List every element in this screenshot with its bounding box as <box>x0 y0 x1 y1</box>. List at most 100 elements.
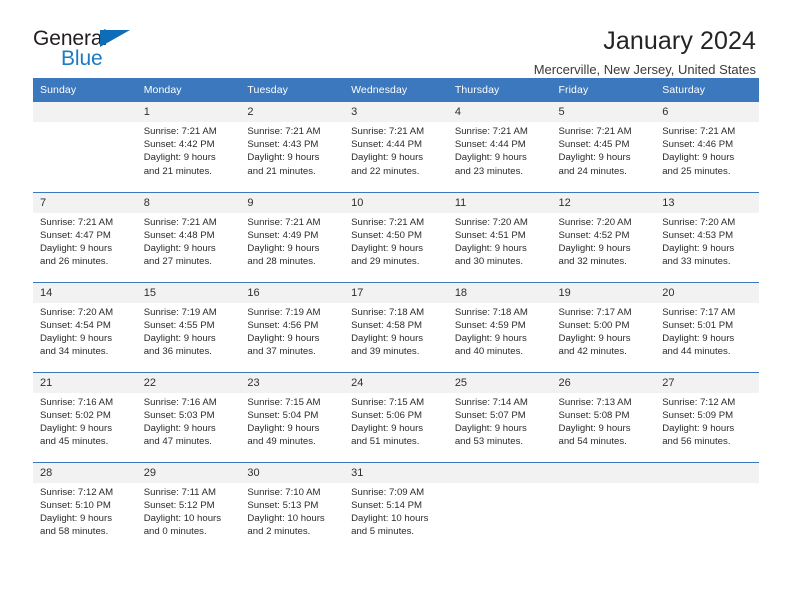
weekday-header-sunday: Sunday <box>33 78 137 102</box>
day-sun-details: Sunrise: 7:21 AM Sunset: 4:45 PM Dayligh… <box>558 126 632 177</box>
calendar-day-cell[interactable]: 9 Sunrise: 7:21 AM Sunset: 4:49 PM Daylig… <box>240 191 345 282</box>
calendar-day-cell[interactable]: 22 Sunrise: 7:16 AM Sunset: 5:03 PM Dayli… <box>136 371 241 462</box>
day-sun-details: Sunrise: 7:11 AM Sunset: 5:12 PM Dayligh… <box>143 486 222 538</box>
day-number: 7 <box>33 192 137 213</box>
day-sun-details: Sunrise: 7:21 AM Sunset: 4:50 PM Dayligh… <box>351 216 425 268</box>
day-cell-inner: 9 Sunrise: 7:21 AM Sunset: 4:49 PM Daylig… <box>240 192 345 282</box>
calendar-day-cell[interactable]: 5 Sunrise: 7:21 AM Sunset: 4:45 PM Daylig… <box>551 102 656 192</box>
calendar-day-cell[interactable]: 19 Sunrise: 7:17 AM Sunset: 5:00 PM Dayli… <box>551 281 656 372</box>
calendar-day-cell[interactable]: 20 Sunrise: 7:17 AM Sunset: 5:01 PM Dayli… <box>655 281 759 372</box>
day-sun-details: Sunrise: 7:18 AM Sunset: 4:58 PM Dayligh… <box>351 306 425 358</box>
day-cell-inner: 17 Sunrise: 7:18 AM Sunset: 4:58 PM Dayli… <box>344 282 448 372</box>
day-sun-details: Sunrise: 7:21 AM Sunset: 4:44 PM Dayligh… <box>454 126 528 177</box>
calendar-day-cell[interactable]: 11 Sunrise: 7:20 AM Sunset: 4:51 PM Dayli… <box>447 191 552 282</box>
page-title: January 2024 <box>603 27 756 55</box>
calendar-day-cell[interactable]: 2 Sunrise: 7:21 AM Sunset: 4:43 PM Daylig… <box>240 102 345 192</box>
day-number: 30 <box>240 462 345 483</box>
day-number: 24 <box>344 372 448 393</box>
day-sun-details: Sunrise: 7:17 AM Sunset: 5:00 PM Dayligh… <box>558 306 632 358</box>
day-sun-details: Sunrise: 7:21 AM Sunset: 4:46 PM Dayligh… <box>662 126 736 177</box>
day-number <box>551 462 656 483</box>
day-number: 12 <box>551 192 656 213</box>
day-cell-inner: 10 Sunrise: 7:21 AM Sunset: 4:50 PM Dayli… <box>344 192 448 282</box>
day-cell-inner: 14 Sunrise: 7:20 AM Sunset: 4:54 PM Dayli… <box>33 282 137 372</box>
weekday-header-friday: Friday <box>551 78 656 102</box>
day-number: 9 <box>240 192 345 213</box>
day-sun-details: Sunrise: 7:10 AM Sunset: 5:13 PM Dayligh… <box>247 486 325 538</box>
day-cell-inner: 7 Sunrise: 7:21 AM Sunset: 4:47 PM Daylig… <box>33 192 137 282</box>
day-cell-inner: 24 Sunrise: 7:15 AM Sunset: 5:06 PM Dayli… <box>344 372 448 462</box>
day-number: 27 <box>655 372 759 393</box>
weekday-header-saturday: Saturday <box>655 78 759 102</box>
day-cell-inner: 25 Sunrise: 7:14 AM Sunset: 5:07 PM Dayli… <box>447 372 552 462</box>
calendar-week-row: 14 Sunrise: 7:20 AM Sunset: 4:54 PM Dayli… <box>33 281 759 372</box>
day-number: 5 <box>551 102 656 122</box>
calendar-day-cell[interactable]: 17 Sunrise: 7:18 AM Sunset: 4:58 PM Dayli… <box>344 281 448 372</box>
day-sun-details <box>33 122 137 125</box>
day-cell-inner: 15 Sunrise: 7:19 AM Sunset: 4:55 PM Dayli… <box>136 282 241 372</box>
day-number: 15 <box>136 282 241 303</box>
weekday-header-thursday: Thursday <box>447 78 552 102</box>
brand-logo[interactable]: General Blue <box>33 26 141 72</box>
day-sun-details: Sunrise: 7:15 AM Sunset: 5:04 PM Dayligh… <box>247 396 321 448</box>
day-number: 14 <box>33 282 137 303</box>
title-block: January 2024 Mercerville, New Jersey, Un… <box>534 26 759 80</box>
calendar-day-cell[interactable]: 8 Sunrise: 7:21 AM Sunset: 4:48 PM Daylig… <box>136 191 241 282</box>
calendar-day-cell[interactable]: 4 Sunrise: 7:21 AM Sunset: 4:44 PM Daylig… <box>447 102 552 192</box>
day-sun-details: Sunrise: 7:21 AM Sunset: 4:49 PM Dayligh… <box>247 216 321 268</box>
calendar-day-cell[interactable]: 30 Sunrise: 7:10 AM Sunset: 5:13 PM Dayli… <box>240 461 345 553</box>
calendar-day-cell[interactable]: 18 Sunrise: 7:18 AM Sunset: 4:59 PM Dayli… <box>447 281 552 372</box>
day-cell-inner: 29 Sunrise: 7:11 AM Sunset: 5:12 PM Dayli… <box>136 462 241 553</box>
calendar-page: General Blue January 2024 Mercerville, N… <box>0 0 792 612</box>
day-sun-details: Sunrise: 7:15 AM Sunset: 5:06 PM Dayligh… <box>351 396 425 448</box>
calendar-day-cell[interactable]: 1 Sunrise: 7:21 AM Sunset: 4:42 PM Daylig… <box>136 102 241 192</box>
calendar-day-cell[interactable]: 21 Sunrise: 7:16 AM Sunset: 5:02 PM Dayli… <box>33 371 137 462</box>
day-sun-details: Sunrise: 7:12 AM Sunset: 5:10 PM Dayligh… <box>40 486 114 538</box>
calendar-day-cell[interactable]: 25 Sunrise: 7:14 AM Sunset: 5:07 PM Dayli… <box>447 371 552 462</box>
calendar-day-cell[interactable]: 13 Sunrise: 7:20 AM Sunset: 4:53 PM Dayli… <box>655 191 759 282</box>
page-header: General Blue January 2024 Mercerville, N… <box>33 0 759 77</box>
weekday-header-monday: Monday <box>136 78 241 102</box>
day-number: 21 <box>33 372 137 393</box>
day-number: 19 <box>551 282 656 303</box>
day-sun-details: Sunrise: 7:16 AM Sunset: 5:02 PM Dayligh… <box>40 396 114 448</box>
weekday-header-tuesday: Tuesday <box>240 78 345 102</box>
day-cell-inner: 22 Sunrise: 7:16 AM Sunset: 5:03 PM Dayli… <box>136 372 241 462</box>
day-number: 11 <box>447 192 552 213</box>
calendar-body: 1 Sunrise: 7:21 AM Sunset: 4:42 PM Daylig… <box>33 102 759 552</box>
day-number: 16 <box>240 282 345 303</box>
day-sun-details: Sunrise: 7:20 AM Sunset: 4:52 PM Dayligh… <box>558 216 632 268</box>
calendar-day-cell[interactable]: 15 Sunrise: 7:19 AM Sunset: 4:55 PM Dayli… <box>136 281 241 372</box>
day-sun-details: Sunrise: 7:16 AM Sunset: 5:03 PM Dayligh… <box>143 396 217 448</box>
calendar-day-cell[interactable]: 27 Sunrise: 7:12 AM Sunset: 5:09 PM Dayli… <box>655 371 759 462</box>
day-sun-details: Sunrise: 7:19 AM Sunset: 4:55 PM Dayligh… <box>143 306 217 358</box>
calendar-day-cell[interactable]: 10 Sunrise: 7:21 AM Sunset: 4:50 PM Dayli… <box>344 191 448 282</box>
day-cell-inner: 13 Sunrise: 7:20 AM Sunset: 4:53 PM Dayli… <box>655 192 759 282</box>
day-number: 22 <box>136 372 241 393</box>
brand-name-secondary: Blue <box>61 47 103 70</box>
day-cell-inner: 11 Sunrise: 7:20 AM Sunset: 4:51 PM Dayli… <box>447 192 552 282</box>
day-sun-details: Sunrise: 7:20 AM Sunset: 4:54 PM Dayligh… <box>40 306 114 358</box>
day-cell-inner: 28 Sunrise: 7:12 AM Sunset: 5:10 PM Dayli… <box>33 462 137 553</box>
day-sun-details: Sunrise: 7:12 AM Sunset: 5:09 PM Dayligh… <box>662 396 736 448</box>
day-sun-details: Sunrise: 7:21 AM Sunset: 4:44 PM Dayligh… <box>351 126 425 177</box>
day-number: 26 <box>551 372 656 393</box>
calendar-day-cell[interactable]: 31 Sunrise: 7:09 AM Sunset: 5:14 PM Dayli… <box>344 461 448 552</box>
calendar-day-cell[interactable]: 14 Sunrise: 7:20 AM Sunset: 4:54 PM Dayli… <box>33 281 137 372</box>
calendar-day-cell[interactable]: 16 Sunrise: 7:19 AM Sunset: 4:56 PM Dayli… <box>240 281 345 372</box>
calendar-day-cell[interactable]: 24 Sunrise: 7:15 AM Sunset: 5:06 PM Dayli… <box>344 371 448 462</box>
calendar-day-cell[interactable]: 7 Sunrise: 7:21 AM Sunset: 4:47 PM Daylig… <box>33 191 137 282</box>
calendar-day-cell[interactable]: 28 Sunrise: 7:12 AM Sunset: 5:10 PM Dayli… <box>33 461 137 553</box>
calendar-day-cell[interactable]: 3 Sunrise: 7:21 AM Sunset: 4:44 PM Daylig… <box>344 102 448 192</box>
day-cell-inner: 2 Sunrise: 7:21 AM Sunset: 4:43 PM Daylig… <box>240 102 345 192</box>
calendar-week-row: 1 Sunrise: 7:21 AM Sunset: 4:42 PM Daylig… <box>33 102 759 192</box>
calendar-day-cell[interactable]: 29 Sunrise: 7:11 AM Sunset: 5:12 PM Dayli… <box>136 461 241 553</box>
calendar-day-cell[interactable]: 12 Sunrise: 7:20 AM Sunset: 4:52 PM Dayli… <box>551 191 656 282</box>
day-cell-inner: 20 Sunrise: 7:17 AM Sunset: 5:01 PM Dayli… <box>655 282 759 372</box>
calendar-day-cell[interactable]: 6 Sunrise: 7:21 AM Sunset: 4:46 PM Daylig… <box>655 102 759 192</box>
day-cell-inner: 30 Sunrise: 7:10 AM Sunset: 5:13 PM Dayli… <box>240 462 345 553</box>
day-sun-details <box>448 483 552 486</box>
calendar-day-cell[interactable]: 26 Sunrise: 7:13 AM Sunset: 5:08 PM Dayli… <box>551 371 656 462</box>
calendar-day-cell[interactable]: 23 Sunrise: 7:15 AM Sunset: 5:04 PM Dayli… <box>240 371 345 462</box>
day-sun-details: Sunrise: 7:13 AM Sunset: 5:08 PM Dayligh… <box>558 396 632 448</box>
